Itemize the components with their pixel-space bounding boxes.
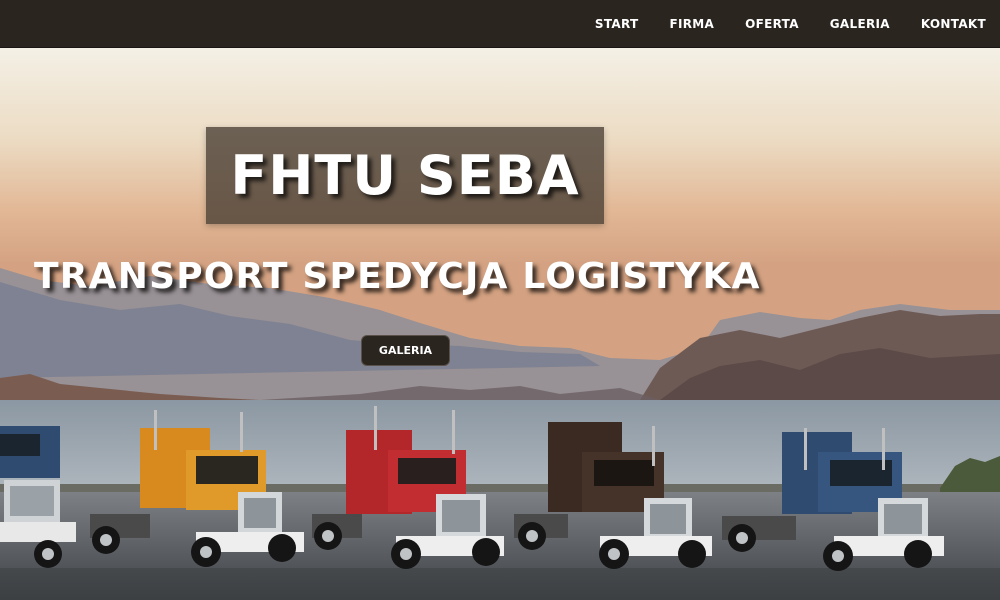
- hero-title-box: FHTU SEBA: [206, 127, 604, 224]
- galeria-button[interactable]: GALERIA: [361, 335, 450, 366]
- nav-item-start[interactable]: START: [595, 17, 639, 31]
- top-navigation: START FIRMA OFERTA GALERIA KONTAKT: [0, 0, 1000, 48]
- nav-item-firma[interactable]: FIRMA: [670, 17, 715, 31]
- hero-subtitle: TRANSPORT SPEDYCJA LOGISTYKA: [34, 256, 761, 297]
- nav-item-galeria[interactable]: GALERIA: [830, 17, 890, 31]
- nav-item-oferta[interactable]: OFERTA: [745, 17, 799, 31]
- hero-section: FHTU SEBA TRANSPORT SPEDYCJA LOGISTYKA G…: [0, 48, 1000, 600]
- nav-item-kontakt[interactable]: KONTAKT: [921, 17, 986, 31]
- hero-title: FHTU SEBA: [230, 144, 580, 207]
